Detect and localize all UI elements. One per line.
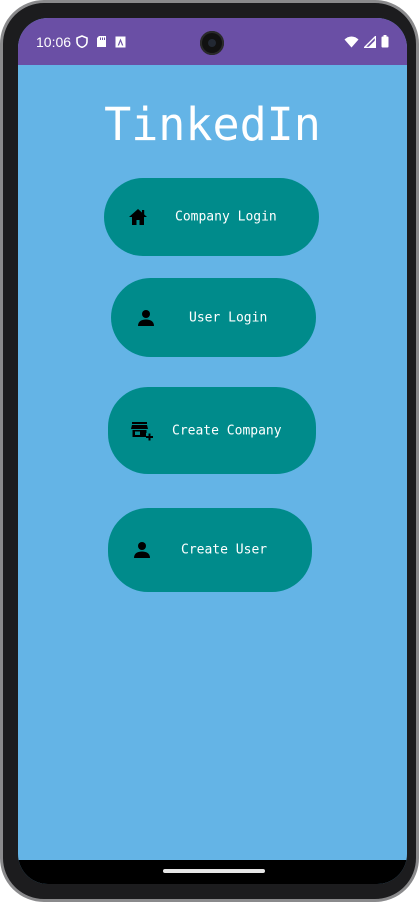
create-company-label: Create Company <box>172 423 282 438</box>
shield-icon <box>76 35 88 48</box>
front-camera <box>200 31 224 55</box>
store-add-icon <box>131 421 153 440</box>
wifi-icon <box>344 36 359 47</box>
company-login-label: Company Login <box>175 209 277 225</box>
person-icon <box>134 542 150 558</box>
app-screen: 10:06 TinkedIn Company Login User Login … <box>18 18 407 884</box>
app-notification-icon <box>115 36 126 47</box>
app-title: TinkedIn <box>104 98 321 151</box>
user-login-label: User Login <box>189 310 268 325</box>
signal-icon <box>364 35 376 48</box>
status-system-icons <box>344 35 389 48</box>
user-login-button[interactable]: User Login <box>111 278 316 357</box>
create-company-button[interactable]: Create Company <box>108 387 316 474</box>
device-frame: 10:06 TinkedIn Company Login User Login … <box>0 0 419 902</box>
home-indicator[interactable] <box>163 869 265 873</box>
status-bar: 10:06 <box>18 18 407 65</box>
person-icon <box>138 309 154 326</box>
navigation-bar <box>18 860 407 884</box>
create-user-button[interactable]: Create User <box>108 508 312 592</box>
status-notification-icons <box>76 35 126 48</box>
sd-card-icon <box>97 36 106 47</box>
status-time: 10:06 <box>36 34 72 50</box>
company-login-button[interactable]: Company Login <box>104 178 319 256</box>
create-user-label: Create User <box>181 542 268 558</box>
battery-icon <box>381 35 389 48</box>
home-icon <box>129 209 147 225</box>
